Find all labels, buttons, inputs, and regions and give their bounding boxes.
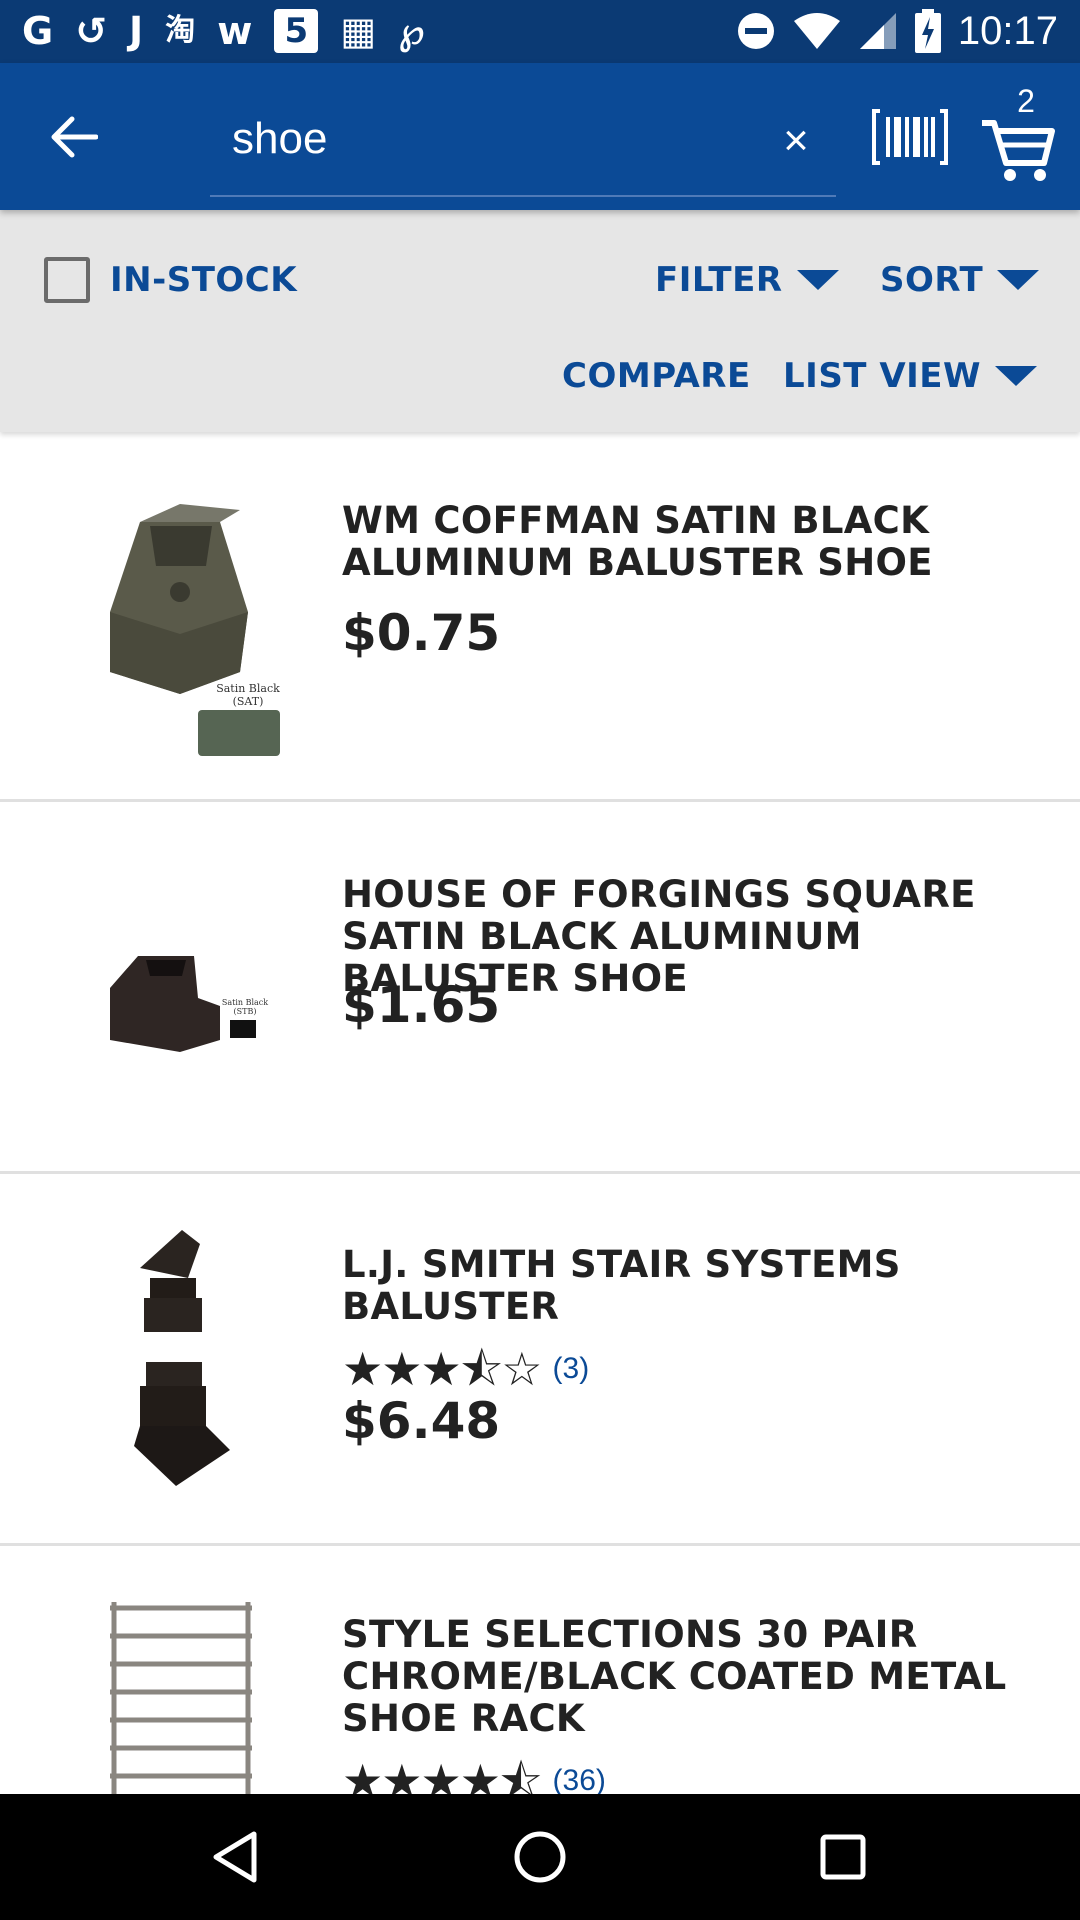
status-bar: G ↺ J 淘 w 5 ▦ ℘ 10:17 <box>0 0 1080 63</box>
navigation-bar <box>0 1794 1080 1920</box>
product-list-item[interactable]: STYLE SELECTIONS 30 PAIR CHROME/BLACK CO… <box>0 1546 1080 1806</box>
link-app-icon: ℘ <box>398 9 425 53</box>
caret-down-icon <box>997 270 1040 290</box>
product-price: $1.65 <box>342 976 501 1034</box>
product-title[interactable]: STYLE SELECTIONS 30 PAIR CHROME/BLACK CO… <box>342 1614 1042 1740</box>
list-view-label: LIST VIEW <box>783 356 982 396</box>
in-stock-checkbox[interactable] <box>44 257 90 303</box>
product-title[interactable]: WM COFFMAN SATIN BLACK ALUMINUM BALUSTER… <box>342 500 1042 584</box>
caret-down-icon <box>796 270 839 290</box>
clear-search-button[interactable]: × <box>766 111 826 171</box>
product-image[interactable] <box>70 1218 290 1498</box>
caret-down-icon <box>995 366 1038 386</box>
google-icon: G <box>22 9 54 53</box>
compare-label: COMPARE <box>562 356 751 396</box>
app-bar: × 2 <box>0 63 1080 210</box>
back-button[interactable] <box>38 101 110 173</box>
filter-bar: IN-STOCK FILTER SORT COMPARE LIST VIEW <box>0 210 1080 432</box>
product-list-item[interactable]: L.J. SMITH STAIR SYSTEMS BALUSTER ★★★⯪☆ … <box>0 1174 1080 1546</box>
baluster-shoe-image <box>134 1230 230 1486</box>
in-stock-toggle[interactable]: IN-STOCK <box>44 252 297 308</box>
in-stock-label: IN-STOCK <box>110 260 298 300</box>
taobao-icon: 淘 <box>165 13 196 48</box>
notification-icons: G ↺ J 淘 w 5 ▦ ℘ <box>22 6 425 56</box>
sort-label: SORT <box>880 260 984 300</box>
status-time: 10:17 <box>957 8 1058 53</box>
product-price: $0.75 <box>342 604 501 662</box>
system-icons: 10:17 <box>736 6 1058 56</box>
arrow-back-icon <box>51 116 98 158</box>
square-recents-icon <box>820 1834 866 1880</box>
product-price: $6.48 <box>342 1392 501 1450</box>
rating-count[interactable]: (36) <box>553 1764 606 1798</box>
product-list-item[interactable]: Satin Black (SAT) WM COFFMAN SATIN BLACK… <box>0 432 1080 802</box>
battery-charging-icon <box>914 9 941 53</box>
filter-label: FILTER <box>655 260 783 300</box>
five-app-icon: 5 <box>274 9 319 53</box>
barcode-scan-button[interactable] <box>872 107 948 167</box>
sync-icon: ↺ <box>75 9 108 53</box>
product-image-caption: Satin Black (STB) <box>221 998 269 1016</box>
baluster-shoe-image <box>110 956 256 1052</box>
nav-back-button[interactable] <box>202 1824 268 1890</box>
nav-recents-button[interactable] <box>810 1824 876 1890</box>
filter-button[interactable]: FILTER <box>655 252 839 308</box>
shoe-rack-image <box>110 1602 252 1794</box>
wifi-icon <box>793 13 840 49</box>
j-app-icon: J <box>129 9 144 53</box>
triangle-back-icon <box>213 1831 257 1883</box>
nav-home-button[interactable] <box>507 1824 573 1890</box>
cart-icon <box>982 120 1055 181</box>
product-title[interactable]: L.J. SMITH STAIR SYSTEMS BALUSTER <box>342 1244 1042 1328</box>
product-image[interactable]: Satin Black (STB) <box>70 848 290 1128</box>
rating-stars: ★★★⯪☆ <box>342 1342 543 1396</box>
w-app-icon: w <box>217 9 253 53</box>
search-box: × <box>210 93 836 197</box>
baluster-shoe-image <box>110 504 280 756</box>
product-image-caption: Satin Black (SAT) <box>216 682 280 708</box>
product-image[interactable] <box>70 1598 290 1794</box>
compare-button[interactable]: COMPARE <box>562 348 751 404</box>
product-list-item[interactable]: Satin Black (STB) HOUSE OF FORGINGS SQUA… <box>0 802 1080 1174</box>
sort-button[interactable]: SORT <box>880 252 1040 308</box>
circle-home-icon <box>514 1831 566 1883</box>
barcode-icon <box>872 109 948 165</box>
do-not-disturb-icon <box>737 13 774 49</box>
product-rating[interactable]: ★★★⯪☆ (3) <box>342 1344 589 1394</box>
product-image[interactable]: Satin Black (SAT) <box>70 482 290 762</box>
rating-count[interactable]: (3) <box>553 1352 590 1386</box>
signal-icon <box>859 13 896 49</box>
list-view-button[interactable]: LIST VIEW <box>783 348 1038 404</box>
grid-app-icon: ▦ <box>340 9 377 53</box>
cart-button[interactable]: 2 <box>978 83 1058 183</box>
search-input[interactable] <box>232 107 732 171</box>
